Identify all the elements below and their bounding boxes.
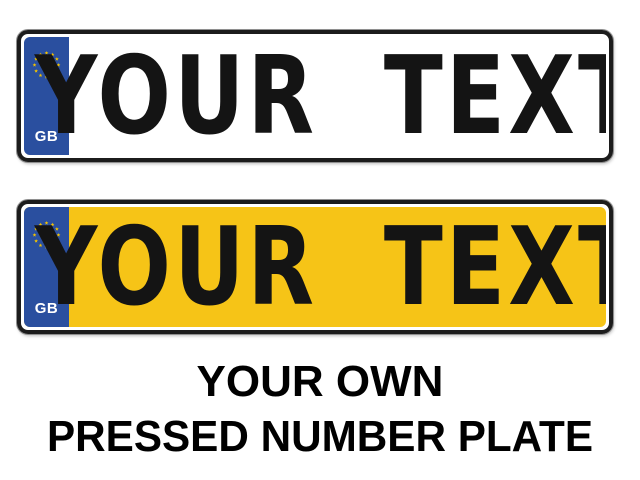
caption-subtitle: PRESSED NUMBER PLATE — [46, 412, 594, 461]
number-plate-front: GB YOUR TEXT — [17, 30, 613, 162]
plate-face: GB YOUR TEXT — [24, 207, 606, 327]
number-plate-rear: GB YOUR TEXT — [17, 200, 613, 334]
plate-face: GB YOUR TEXT — [24, 37, 606, 155]
caption-title: YOUR OWN — [196, 357, 444, 406]
registration-text: YOUR TEXT — [34, 37, 606, 155]
registration-text: YOUR TEXT — [34, 207, 606, 327]
